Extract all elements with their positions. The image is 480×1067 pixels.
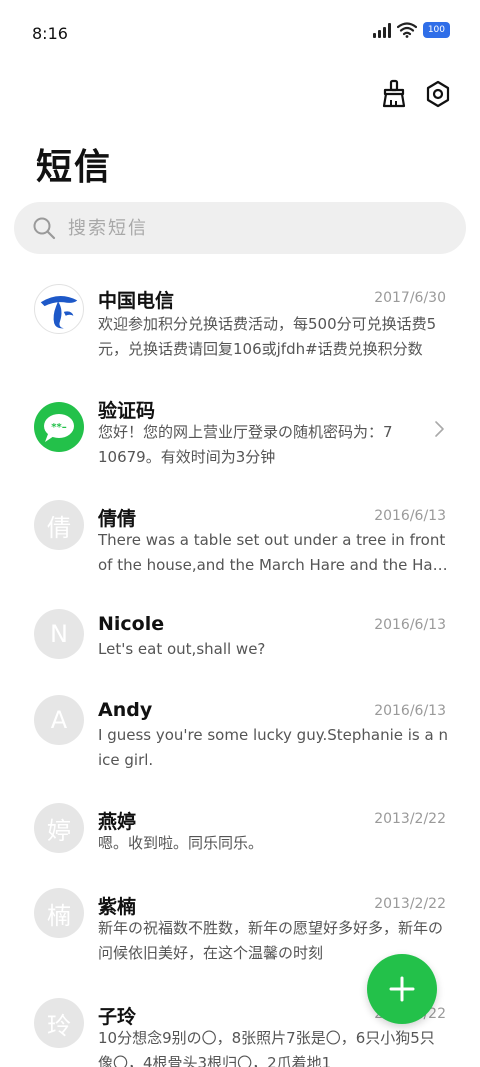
message-sender: 验证码 bbox=[98, 400, 156, 422]
broom-icon[interactable] bbox=[378, 78, 410, 110]
message-sender: Andy bbox=[98, 699, 153, 721]
message-sender: 倩倩 bbox=[98, 508, 137, 530]
avatar: 玲 bbox=[34, 998, 84, 1048]
svg-text:**–: **– bbox=[51, 422, 66, 433]
signal-icon bbox=[372, 22, 391, 38]
message-date: 2016/6/13 bbox=[374, 703, 446, 719]
message-preview: 嗯。收到啦。同乐同乐。 bbox=[98, 834, 264, 852]
message-row-verification-code[interactable]: **– 验证码 您好！您的网上营业厅登录の随机密码为：710679。有效时间为3… bbox=[0, 392, 480, 492]
avatar: A bbox=[34, 695, 84, 745]
message-preview: 欢迎参加积分兑换话费活动，每500分可兑换话费5元，兑换话费请回复106或jfd… bbox=[98, 315, 437, 358]
message-row[interactable]: 倩 倩倩 2016/6/13 There was a table set out… bbox=[0, 500, 480, 600]
avatar: N bbox=[34, 609, 84, 659]
message-sender: 中国电信 bbox=[98, 290, 175, 312]
message-sender: 子玲 bbox=[98, 1006, 137, 1028]
avatar: 倩 bbox=[34, 500, 84, 550]
message-row[interactable]: A Andy 2016/6/13 I guess you're some luc… bbox=[0, 695, 480, 795]
status-time: 8:16 bbox=[32, 24, 68, 43]
search-bar[interactable] bbox=[14, 202, 466, 254]
message-sender: Nicole bbox=[98, 613, 165, 635]
message-sender: 紫楠 bbox=[98, 896, 137, 918]
avatar: 楠 bbox=[34, 888, 84, 938]
chat-bubble-icon: **– bbox=[34, 402, 84, 452]
battery-indicator: 100 bbox=[422, 22, 450, 38]
message-preview: There was a table set out under a tree i… bbox=[98, 531, 446, 574]
search-icon bbox=[33, 217, 56, 240]
message-date: 2017/6/30 bbox=[374, 290, 446, 306]
plus-icon bbox=[389, 976, 415, 1002]
wifi-icon bbox=[396, 22, 417, 38]
message-row[interactable]: N Nicole 2016/6/13 Let's eat out,shall w… bbox=[0, 609, 480, 709]
message-date: 2016/6/13 bbox=[374, 508, 446, 524]
china-telecom-logo-icon bbox=[34, 284, 84, 334]
message-date: 2013/2/22 bbox=[374, 811, 446, 827]
avatar: 婷 bbox=[34, 803, 84, 853]
message-preview: 10分想念9别の〇，8张照片7张是〇，6只小狗5只像〇，4根骨头3根归〇，2爪着… bbox=[98, 1029, 435, 1067]
settings-hexagon-icon[interactable] bbox=[422, 78, 454, 110]
message-date: 2013/2/22 bbox=[374, 896, 446, 912]
compose-button[interactable] bbox=[367, 954, 437, 1024]
status-bar: 8:16 100 bbox=[0, 0, 480, 68]
search-input[interactable] bbox=[68, 217, 428, 239]
message-sender: 燕婷 bbox=[98, 811, 137, 833]
page-title: 短信 bbox=[36, 147, 113, 188]
status-icons: 100 bbox=[372, 22, 450, 38]
chevron-right-icon bbox=[435, 421, 444, 437]
message-preview: 您好！您的网上营业厅登录の随机密码为：710679。有效时间为3分钟 bbox=[98, 423, 393, 466]
message-preview: Let's eat out,shall we? bbox=[98, 640, 266, 658]
message-preview: I guess you're some lucky guy.Stephanie … bbox=[98, 726, 448, 769]
message-row-china-telecom[interactable]: 中国电信 2017/6/30 欢迎参加积分兑换话费活动，每500分可兑换话费5元… bbox=[0, 274, 480, 374]
message-date: 2016/6/13 bbox=[374, 617, 446, 633]
